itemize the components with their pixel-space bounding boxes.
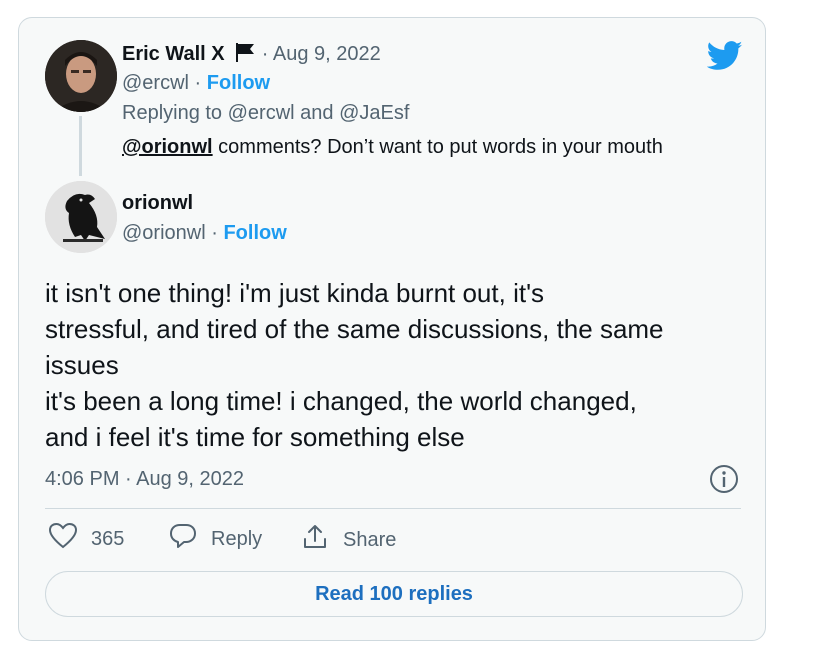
tweet-line: stressful, and tired of the same discuss… bbox=[45, 314, 664, 344]
dot-separator: · bbox=[194, 72, 202, 94]
follow-ercwl-button[interactable]: Follow bbox=[207, 72, 270, 94]
read-replies-button[interactable]: Read 100 replies bbox=[45, 571, 743, 617]
flag-icon bbox=[234, 42, 256, 68]
replying-to-text: Replying to @ercwl and @JaEsf bbox=[122, 102, 410, 124]
parent-author-name[interactable]: Eric Wall X bbox=[122, 43, 225, 65]
avatar-orionwl[interactable] bbox=[45, 181, 117, 253]
dot-separator: · bbox=[211, 222, 218, 244]
reply-button[interactable]: Reply bbox=[169, 523, 262, 555]
tweet-line: issues bbox=[45, 350, 119, 380]
follow-orionwl-button[interactable]: Follow bbox=[223, 222, 286, 244]
share-button[interactable]: Share bbox=[301, 523, 396, 557]
avatar-ercwl[interactable] bbox=[45, 40, 117, 112]
info-icon[interactable] bbox=[709, 464, 739, 499]
tweet-line: it isn't one thing! i'm just kinda burnt… bbox=[45, 278, 545, 308]
like-count: 365 bbox=[91, 527, 125, 550]
like-button[interactable]: 365 bbox=[48, 522, 125, 555]
divider bbox=[45, 508, 741, 509]
reply-bubble-icon bbox=[169, 523, 211, 555]
parent-handle-row: @ercwl · Follow bbox=[122, 72, 270, 95]
heart-icon bbox=[48, 522, 91, 555]
parent-author-row: Eric Wall X · Aug 9, 2022 bbox=[122, 42, 381, 68]
date-separator: · bbox=[261, 43, 269, 65]
tweet-embed-card: Eric Wall X · Aug 9, 2022 @ercwl · Follo… bbox=[18, 17, 766, 641]
tweet-line: it's been a long time! i changed, the wo… bbox=[45, 386, 637, 416]
parent-tweet-date[interactable]: Aug 9, 2022 bbox=[273, 43, 381, 65]
share-icon bbox=[301, 523, 343, 557]
tweet-handle[interactable]: @orionwl bbox=[122, 222, 206, 244]
reply-label: Reply bbox=[211, 527, 263, 550]
share-label: Share bbox=[343, 528, 397, 551]
twitter-bird-icon[interactable] bbox=[706, 41, 743, 76]
tweet-timestamp[interactable]: 4:06 PM · Aug 9, 2022 bbox=[45, 468, 244, 491]
tweet-handle-row: @orionwl · Follow bbox=[122, 222, 287, 245]
parent-tweet-text: @orionwl comments? Don’t want to put wor… bbox=[122, 136, 663, 159]
mention-orionwl[interactable]: @orionwl bbox=[122, 136, 213, 158]
parent-tweet-body: comments? Don’t want to put words in you… bbox=[212, 136, 663, 158]
thread-connector-line bbox=[79, 116, 82, 176]
tweet-text: it isn't one thing! i'm just kinda burnt… bbox=[45, 275, 755, 455]
tweet-author-name[interactable]: orionwl bbox=[122, 192, 193, 215]
tweet-line: and i feel it's time for something else bbox=[45, 422, 465, 452]
parent-handle[interactable]: @ercwl bbox=[122, 72, 189, 94]
